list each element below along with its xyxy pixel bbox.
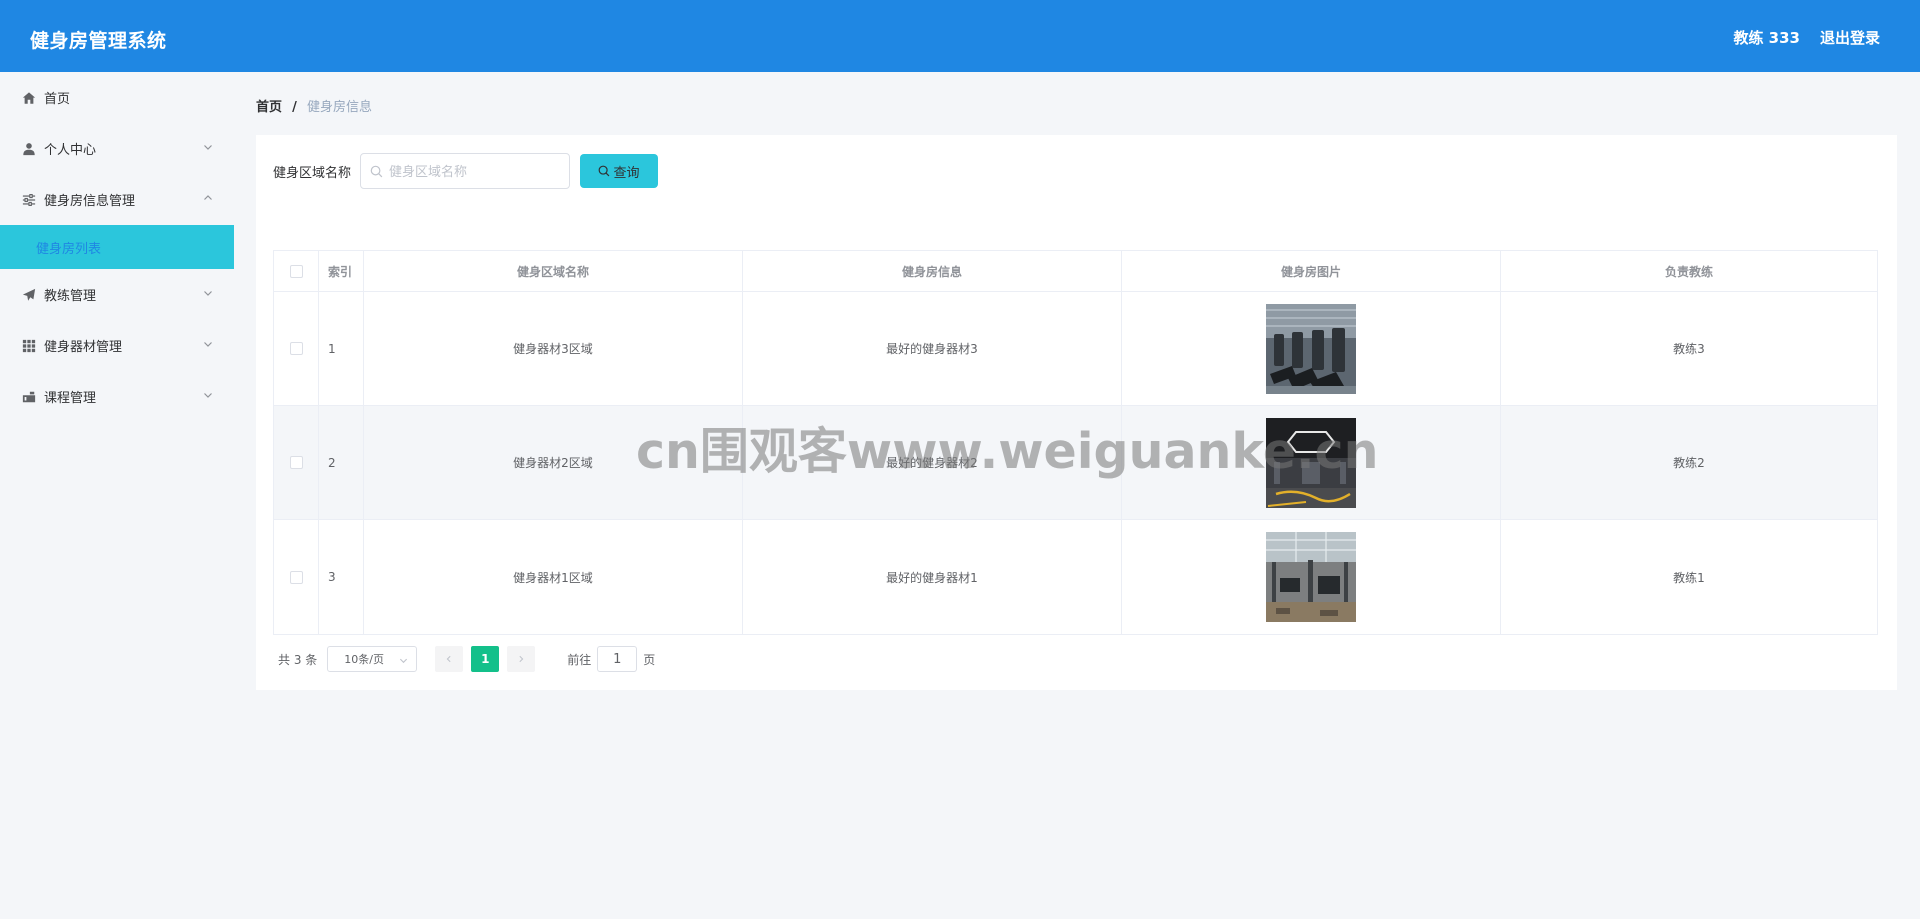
row-index: 1 xyxy=(319,292,364,405)
row-coach: 教练1 xyxy=(1673,570,1705,585)
chevron-down-icon xyxy=(399,655,408,664)
chevron-right-icon xyxy=(519,655,524,663)
chevron-down-icon xyxy=(202,389,214,401)
sidebar-item-label: 教练管理 xyxy=(44,289,97,304)
row-checkbox[interactable] xyxy=(289,570,303,584)
breadcrumb: 首页 / 健身房信息 xyxy=(256,96,372,115)
current-user[interactable]: 教练 333 xyxy=(1733,27,1800,48)
app-title: 健身房管理系统 xyxy=(30,30,167,52)
goto-page-input[interactable] xyxy=(597,646,638,672)
row-area-name: 健身器材3区域 xyxy=(364,292,743,405)
table-row[interactable]: 1 健身器材3区域 最好的健身器材3 教练3 xyxy=(274,292,1877,406)
user-icon xyxy=(22,142,36,156)
breadcrumb-current: 健身房信息 xyxy=(307,100,373,115)
row-checkbox-cell xyxy=(274,520,319,634)
sliders-icon xyxy=(22,193,36,207)
column-header-index: 索引 xyxy=(319,251,364,291)
page-size-select[interactable]: 10条/页 xyxy=(327,646,418,672)
column-header-gym-image: 健身房图片 xyxy=(1122,251,1501,291)
sidebar-item-personal-center[interactable]: 个人中心 xyxy=(0,123,234,174)
search-button[interactable]: 查询 xyxy=(580,154,658,188)
sidebar-item-label: 首页 xyxy=(44,92,71,107)
sidebar-item-label: 健身房信息管理 xyxy=(44,194,136,209)
search-input[interactable] xyxy=(389,162,559,182)
chevron-left-icon xyxy=(446,655,451,663)
next-page-button[interactable] xyxy=(507,646,536,672)
table-header-row: 索引 健身区域名称 健身房信息 健身房图片 负责教练 xyxy=(274,251,1877,292)
chevron-up-icon xyxy=(202,192,214,204)
gym-table: 索引 健身区域名称 健身房信息 健身房图片 负责教练 1 健身器材3区域 最好的… xyxy=(273,250,1878,635)
grid-icon xyxy=(22,339,36,353)
breadcrumb-home[interactable]: 首页 xyxy=(256,100,282,115)
row-index: 3 xyxy=(319,520,364,634)
sidebar-subitem-gym-list[interactable]: 健身房列表 xyxy=(0,225,234,269)
row-coach: 教练2 xyxy=(1673,456,1705,470)
goto-label: 前往 xyxy=(567,652,592,667)
column-header-coach: 负责教练 xyxy=(1664,264,1713,279)
row-gym-image-cell xyxy=(1122,292,1501,405)
table-row[interactable]: 3 健身器材1区域 最好的健身器材1 教练1 xyxy=(274,520,1877,634)
row-checkbox-cell xyxy=(274,292,319,405)
row-coach: 教练3 xyxy=(1673,342,1705,356)
column-header-gym-info: 健身房信息 xyxy=(743,251,1122,291)
table-row[interactable]: 2 健身器材2区域 最好的健身器材2 教练2 xyxy=(274,406,1877,520)
search-button-label: 查询 xyxy=(613,165,640,181)
page-number-current[interactable]: 1 xyxy=(471,646,500,672)
breadcrumb-separator: / xyxy=(292,100,297,115)
chevron-down-icon xyxy=(202,338,214,350)
row-gym-info: 最好的健身器材2 xyxy=(743,406,1122,519)
row-gym-info: 最好的健身器材3 xyxy=(743,292,1122,405)
search-icon xyxy=(370,165,383,178)
row-gym-image-cell xyxy=(1122,520,1501,634)
sidebar-item-home[interactable]: 首页 xyxy=(0,72,234,123)
top-bar: 健身房管理系统 教练 333 退出登录 xyxy=(0,0,1920,72)
row-checkbox[interactable] xyxy=(289,456,303,469)
sidebar-item-coach-management[interactable]: 教练管理 xyxy=(0,269,234,320)
header-checkbox-cell xyxy=(274,251,319,291)
row-gym-image-cell xyxy=(1122,406,1501,519)
sidebar-item-label: 健身器材管理 xyxy=(44,340,123,355)
pagination: 共 3 条 10条/页 1 前往 页 xyxy=(278,645,655,673)
pagination-total: 共 3 条 xyxy=(278,652,318,667)
row-gym-info: 最好的健身器材1 xyxy=(743,520,1122,634)
sidebar: 首页 个人中心 健身房信息管理 健身房列表 教练管理 健身器材管理 课程管理 xyxy=(0,72,234,919)
goto-page-unit: 页 xyxy=(643,652,656,667)
search-label: 健身区域名称 xyxy=(273,166,352,181)
sidebar-item-course-management[interactable]: 课程管理 xyxy=(0,371,234,422)
content-card: 健身区域名称 查询 索引 健身区域名称 健身房信息 健身房图片 负责教练 xyxy=(256,135,1897,690)
gym-hall-photo[interactable] xyxy=(1266,417,1356,508)
select-all-checkbox[interactable] xyxy=(289,264,303,278)
prev-page-button[interactable] xyxy=(435,646,464,672)
row-area-name: 健身器材2区域 xyxy=(364,406,743,519)
search-field[interactable] xyxy=(360,153,570,189)
row-checkbox[interactable] xyxy=(289,342,303,355)
sidebar-item-label: 课程管理 xyxy=(44,391,97,406)
page-size-value: 10条/页 xyxy=(344,653,384,666)
sidebar-item-equipment-management[interactable]: 健身器材管理 xyxy=(0,320,234,371)
gym-equipment-photo[interactable] xyxy=(1266,532,1356,622)
chevron-down-icon xyxy=(202,141,214,153)
send-icon xyxy=(22,288,36,302)
row-checkbox-cell xyxy=(274,406,319,519)
search-icon xyxy=(598,165,610,177)
sidebar-item-label: 个人中心 xyxy=(44,143,97,158)
chevron-down-icon xyxy=(202,287,214,299)
sidebar-item-gym-info-management[interactable]: 健身房信息管理 xyxy=(0,174,234,225)
row-index: 2 xyxy=(319,406,364,519)
logout-button[interactable]: 退出登录 xyxy=(1820,27,1880,48)
gym-treadmills-photo[interactable] xyxy=(1266,303,1356,394)
home-icon xyxy=(22,91,36,105)
column-header-area-name: 健身区域名称 xyxy=(364,251,743,291)
briefcase-icon xyxy=(22,390,36,404)
row-area-name: 健身器材1区域 xyxy=(364,520,743,634)
